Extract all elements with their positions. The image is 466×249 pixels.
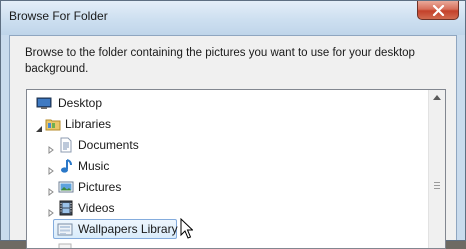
close-button[interactable] [417,1,459,20]
dialog-body: Browse to the folder containing the pict… [9,35,457,249]
tree-item-libraries[interactable]: Libraries [27,114,429,134]
libraries-icon [45,116,61,132]
tree-item-music[interactable]: Music [27,156,429,176]
scroll-up-icon [433,95,441,100]
tree-item-label: Desktop [58,96,103,110]
browse-for-folder-dialog: Browse For Folder Browse to the folder c… [0,0,466,249]
library-icon [57,221,73,237]
pictures-icon [58,179,74,195]
folder-tree[interactable]: Desktop Libraries Documents Music Pictur… [26,89,446,249]
close-icon [432,5,445,16]
desktop-icon [36,95,52,111]
tree-item-label: Libraries [65,117,112,131]
tree-item-desktop[interactable]: Desktop [27,93,429,113]
tree-item-label: Pictures [78,180,122,194]
tree-item-label: Documents [78,138,139,152]
tree-item-pictures[interactable]: Pictures [27,177,429,197]
music-icon [58,158,74,174]
tree-item-documents[interactable]: Documents [27,135,429,155]
mouse-cursor-icon [180,218,193,239]
documents-icon [58,137,74,153]
tree-item-videos[interactable]: Videos [27,198,429,218]
title-bar[interactable]: Browse For Folder [1,1,465,35]
scroll-up-button[interactable] [429,90,445,107]
tree-item-partial [27,240,429,248]
tree-item-label: Videos [78,201,115,215]
instructions-text: Browse to the folder containing the pict… [25,47,415,75]
scroll-thumb-grip[interactable] [434,182,440,192]
videos-icon [58,200,74,216]
tree-item-wallpapers-library[interactable]: Wallpapers Library [27,219,429,239]
expanded-arrow-icon[interactable] [35,120,43,132]
collapsed-arrow-icon[interactable] [47,141,55,154]
collapsed-arrow-icon[interactable] [47,183,55,196]
folder-icon [57,242,73,248]
window-title: Browse For Folder [9,9,108,23]
collapsed-arrow-icon[interactable] [47,162,55,175]
collapsed-arrow-icon[interactable] [47,204,55,217]
vertical-scrollbar[interactable] [428,90,445,248]
tree-item-label: Wallpapers Library [78,222,178,236]
tree-item-label: Music [78,159,110,173]
